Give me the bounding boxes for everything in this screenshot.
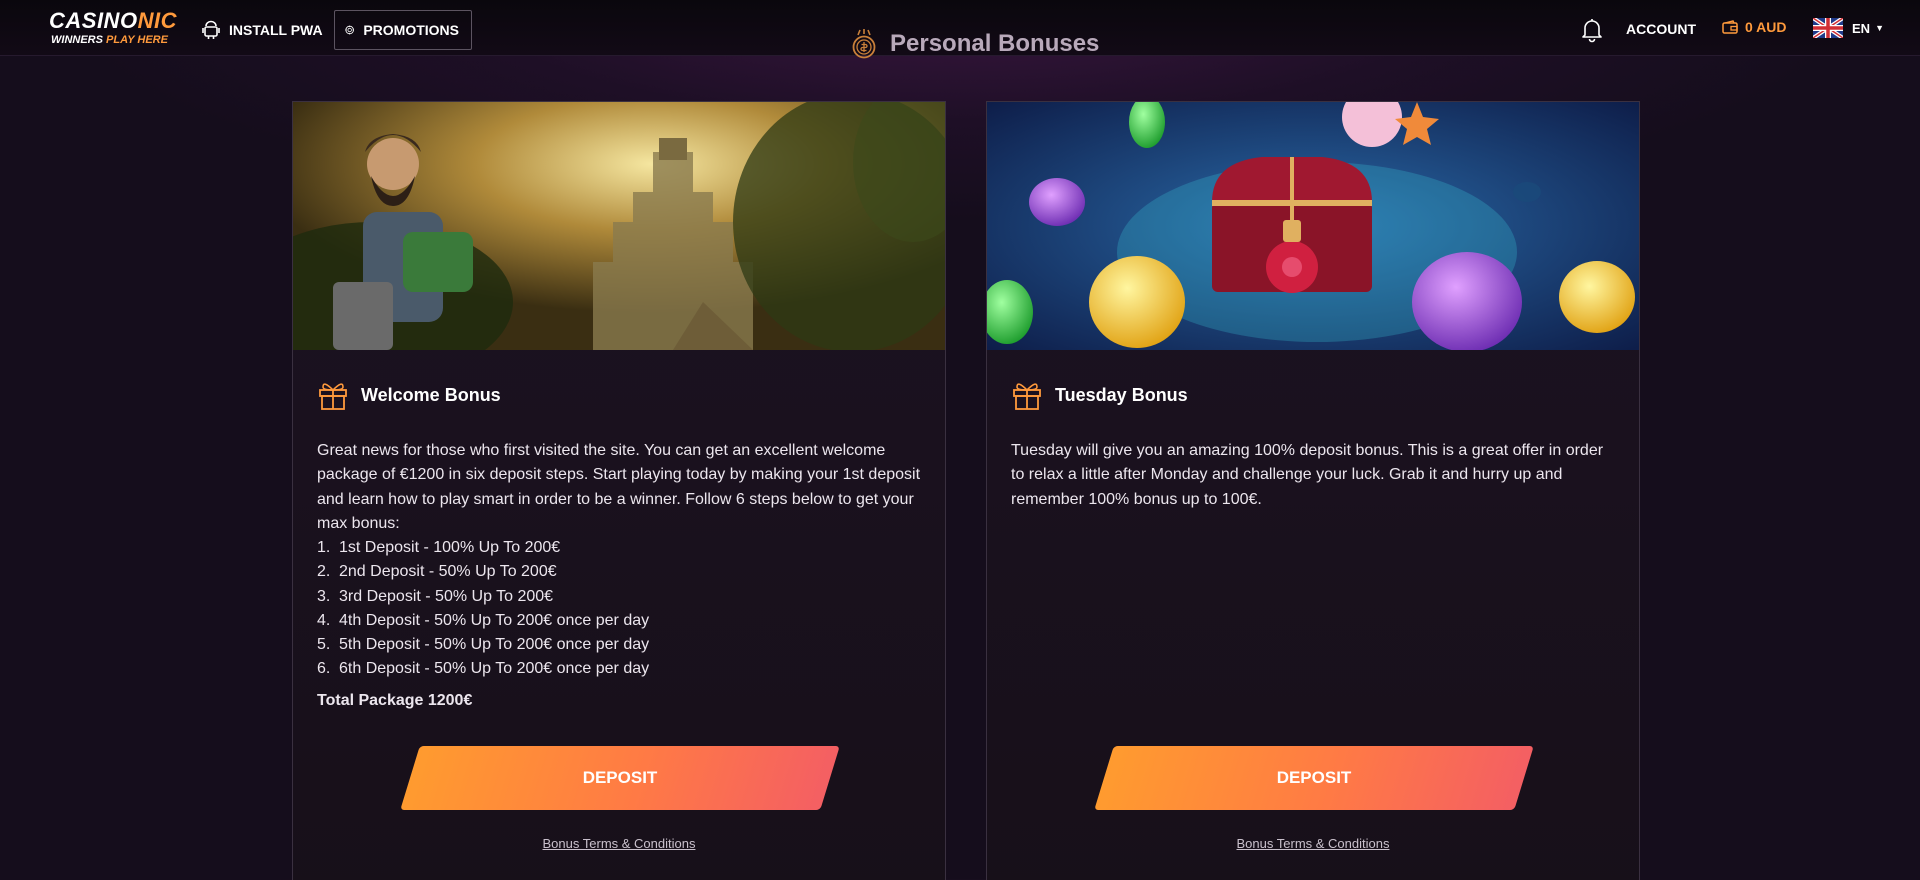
chevron-down-icon: ▼ <box>1875 23 1884 33</box>
list-item: 2. 2nd Deposit - 50% Up To 200€ <box>317 563 557 581</box>
page-title: Personal Bonuses <box>850 27 1099 61</box>
welcome-bonus-title: Welcome Bonus <box>361 384 501 405</box>
tuesday-bonus-description: Tuesday will give you an amazing 100% de… <box>1011 442 1604 508</box>
logo-tagline-orange: PLAY HERE <box>106 34 168 46</box>
welcome-terms-link[interactable]: Bonus Terms & Conditions <box>293 836 945 851</box>
logo-brand-orange: NIC <box>137 8 177 33</box>
uk-flag-icon <box>1813 18 1843 38</box>
tuesday-deposit-button[interactable]: DEPOSIT <box>1094 746 1534 810</box>
logo-tagline-white: WINNERS <box>51 34 103 46</box>
promotions-button[interactable]: PROMOTIONS <box>334 10 472 50</box>
bonus-card-tuesday: Tuesday Bonus Tuesday will give you an a… <box>986 101 1640 880</box>
balance-display[interactable]: 0 AUD <box>1722 19 1787 35</box>
tuesday-bonus-title: Tuesday Bonus <box>1055 384 1188 405</box>
language-selector[interactable]: EN ▼ <box>1813 18 1884 38</box>
promotions-label: PROMOTIONS <box>363 22 459 38</box>
tuesday-terms-link[interactable]: Bonus Terms & Conditions <box>987 836 1639 851</box>
install-pwa-button[interactable]: INSTALL PWA <box>192 10 335 50</box>
install-pwa-label: INSTALL PWA <box>229 22 323 38</box>
gift-icon <box>1013 383 1041 410</box>
list-item: 5. 5th Deposit - 50% Up To 200€ once per … <box>317 636 650 654</box>
casinonic-logo[interactable]: CASINONIC WINNERS PLAY HERE <box>49 8 176 47</box>
coin-icon <box>852 29 876 59</box>
list-item: 1. 1st Deposit - 100% Up To 200€ <box>317 539 561 556</box>
tuesday-bonus-banner <box>987 102 1639 350</box>
welcome-bonus-banner <box>293 102 945 350</box>
page-title-text: Personal Bonuses <box>890 30 1100 57</box>
welcome-bonus-steps: 1. 1st Deposit - 100% Up To 200€ 2. 2nd De… <box>317 536 921 682</box>
gift-icon <box>319 383 347 410</box>
wallet-icon <box>1722 20 1738 34</box>
list-item: 4. 4th Deposit - 50% Up To 200€ once per … <box>317 611 650 629</box>
balance-amount: 0 AUD <box>1745 19 1787 35</box>
bell-icon[interactable] <box>1580 17 1604 48</box>
language-code: EN <box>1852 20 1871 36</box>
bonus-card-welcome: Welcome Bonus Great news for those who f… <box>292 101 946 880</box>
deposit-label: DEPOSIT <box>1276 768 1352 787</box>
tuesday-bonus-header: Tuesday Bonus <box>1011 379 1188 411</box>
logo-brand-white: CASINO <box>49 8 138 33</box>
list-item: 6. 6th Deposit - 50% Up To 200€ once per … <box>317 660 650 678</box>
android-icon <box>202 20 220 39</box>
welcome-bonus-header: Welcome Bonus <box>317 379 501 411</box>
welcome-bonus-total: Total Package 1200€ <box>317 692 473 709</box>
promo-chip-icon <box>345 25 355 35</box>
welcome-deposit-button[interactable]: DEPOSIT <box>400 746 840 810</box>
account-link[interactable]: ACCOUNT <box>1626 21 1696 37</box>
list-item: 3. 3rd Deposit - 50% Up To 200€ <box>317 587 554 605</box>
deposit-label: DEPOSIT <box>582 768 658 787</box>
welcome-bonus-description: Great news for those who first visited t… <box>317 442 921 532</box>
